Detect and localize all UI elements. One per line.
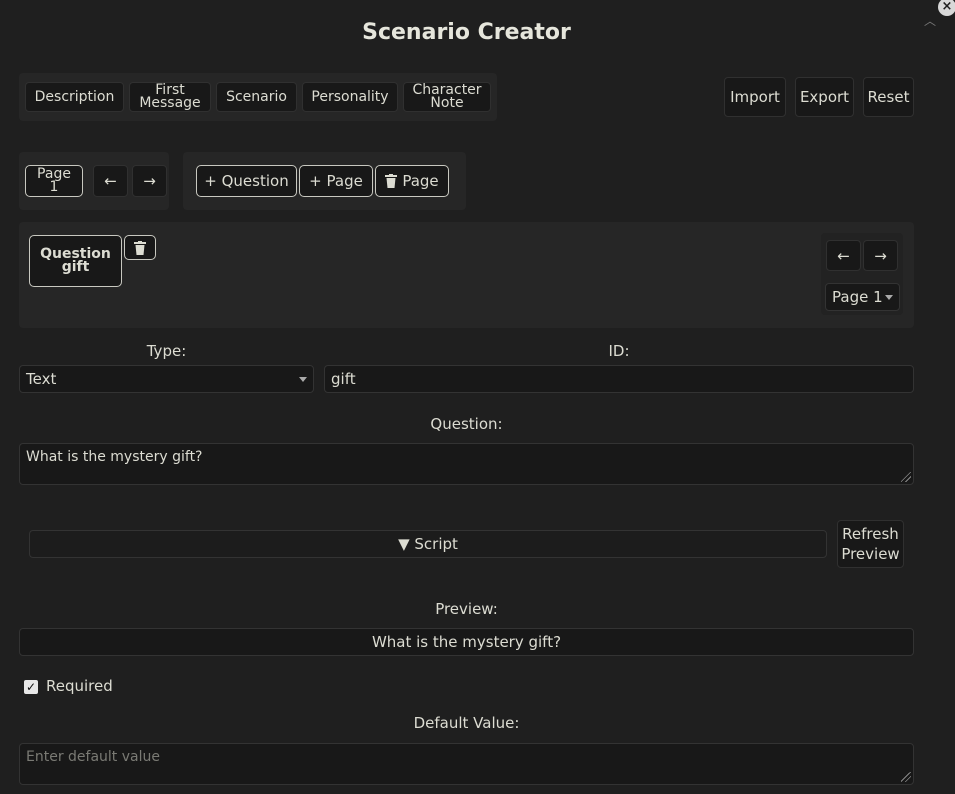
current-page-button[interactable]: Page 1	[25, 165, 83, 197]
chevron-down-icon	[885, 294, 893, 300]
move-to-page-value: Page 1	[832, 288, 883, 306]
question-textarea[interactable]: What is the mystery gift?	[19, 443, 914, 485]
id-label: ID:	[608, 342, 630, 360]
close-icon[interactable]: ×	[938, 0, 955, 16]
resize-grip-icon[interactable]	[901, 772, 911, 782]
tab-scenario[interactable]: Scenario	[216, 82, 297, 112]
chevron-down-icon	[299, 376, 307, 382]
next-page-button[interactable]: →	[132, 165, 167, 197]
default-value-textarea[interactable]: Enter default value	[19, 743, 914, 785]
trash-icon	[385, 174, 398, 188]
trash-icon	[134, 240, 146, 255]
type-select-value: Text	[26, 370, 57, 388]
default-value-label: Default Value:	[413, 714, 520, 732]
tab-first-message[interactable]: First Message	[129, 82, 211, 112]
add-question-button[interactable]: + Question	[196, 165, 297, 197]
page-title: Scenario Creator	[362, 20, 571, 45]
arrow-right-icon: →	[874, 246, 887, 265]
import-button[interactable]: Import	[724, 77, 786, 117]
scroll-up-icon[interactable]: ︿	[924, 12, 936, 29]
tab-description[interactable]: Description	[25, 82, 124, 112]
type-select[interactable]: Text	[19, 365, 314, 393]
refresh-preview-button[interactable]: Refresh Preview	[837, 520, 904, 568]
question-card-gift[interactable]: Question gift	[29, 235, 122, 287]
script-toggle[interactable]: ▼ Script	[29, 530, 827, 558]
preview-label: Preview:	[435, 600, 498, 618]
resize-grip-icon[interactable]	[901, 472, 911, 482]
preview-output: What is the mystery gift?	[19, 628, 914, 656]
move-to-page-select[interactable]: Page 1	[825, 283, 900, 311]
arrow-left-icon: ←	[104, 172, 117, 190]
question-text: What is the mystery gift?	[26, 449, 203, 465]
move-question-left-button[interactable]: ←	[826, 240, 861, 271]
question-label: Question:	[430, 415, 503, 433]
required-checkbox[interactable]: ✓	[24, 680, 38, 694]
default-value-placeholder: Enter default value	[26, 749, 160, 765]
required-label: Required	[46, 677, 113, 695]
delete-page-button[interactable]: Page	[375, 165, 449, 197]
tab-personality[interactable]: Personality	[302, 82, 398, 112]
export-button[interactable]: Export	[795, 77, 854, 117]
arrow-left-icon: ←	[837, 246, 850, 265]
add-page-button[interactable]: + Page	[299, 165, 373, 197]
id-input[interactable]: gift	[324, 365, 914, 393]
type-label: Type:	[146, 342, 187, 360]
tab-character-note[interactable]: Character Note	[403, 82, 491, 112]
prev-page-button[interactable]: ←	[93, 165, 128, 197]
move-question-right-button[interactable]: →	[863, 240, 898, 271]
delete-page-label: Page	[402, 171, 439, 190]
reset-button[interactable]: Reset	[863, 77, 914, 117]
delete-question-button[interactable]	[124, 235, 156, 260]
arrow-right-icon: →	[143, 172, 156, 190]
